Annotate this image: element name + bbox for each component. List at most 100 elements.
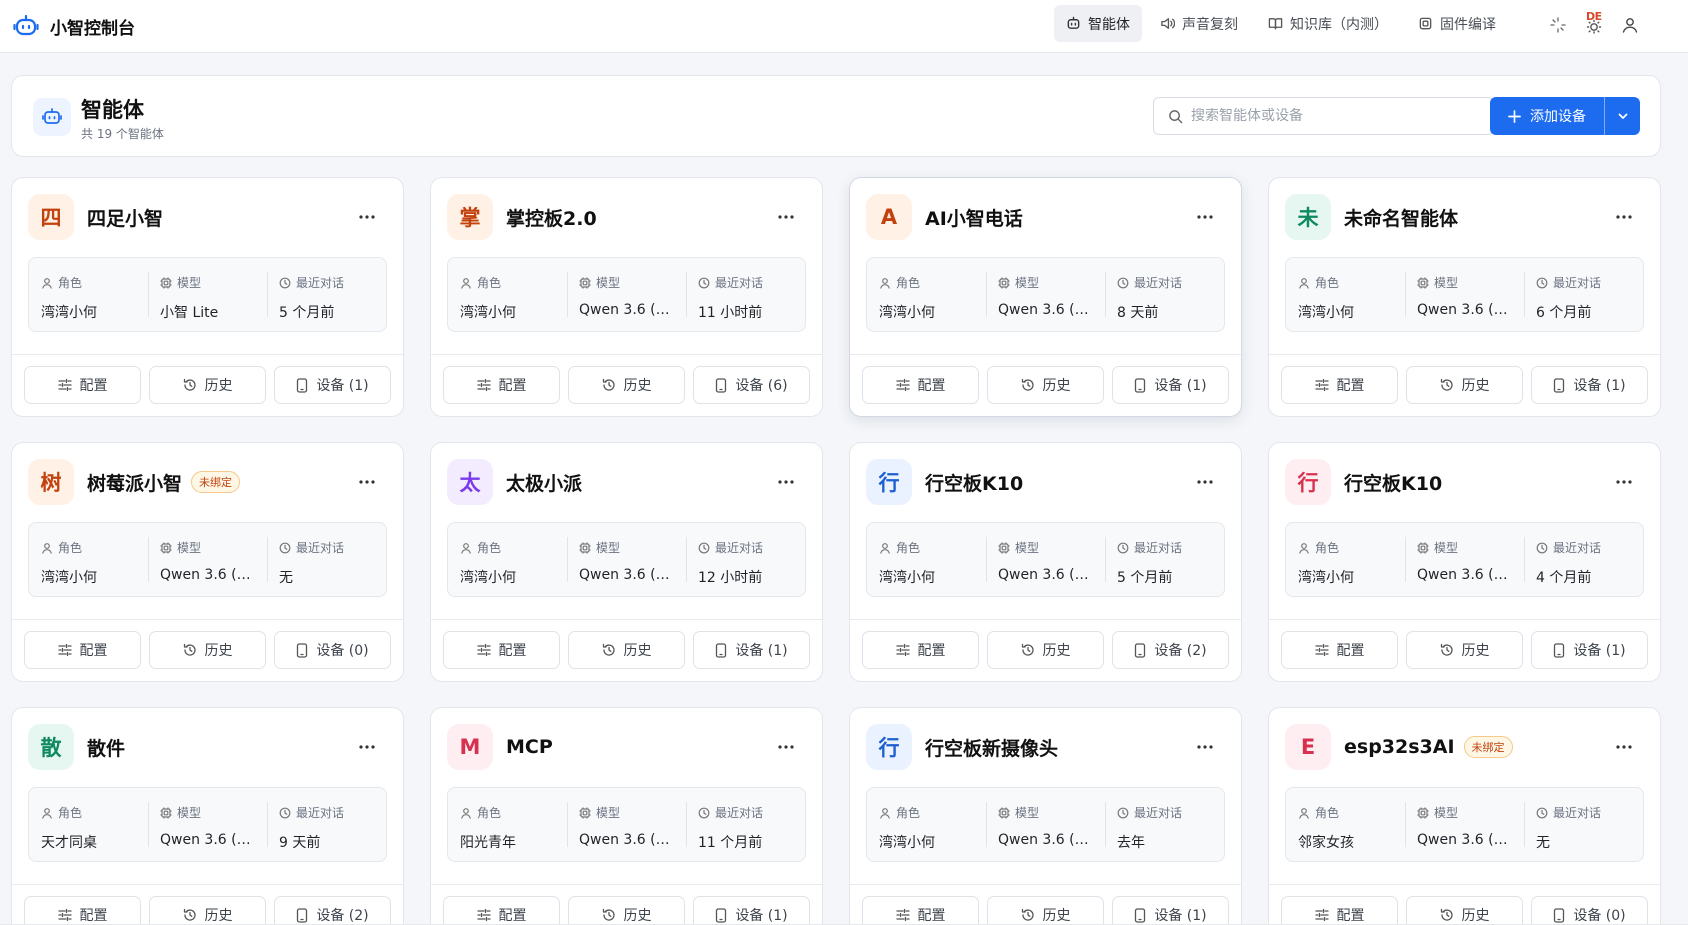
configure-button[interactable]: 配置 xyxy=(1281,366,1398,404)
agent-card[interactable]: M MCP 角色 阳光青年 模型 Qwen 3.6 (Flash) xyxy=(430,707,823,925)
agent-card[interactable]: E esp32s3AI 未绑定 角色 邻家女孩 模型 Qwen 3.6 (Fla xyxy=(1268,707,1661,925)
more-menu-button[interactable] xyxy=(774,736,798,758)
card-actions: 配置 历史 设备 (1) xyxy=(443,631,810,669)
more-menu-button[interactable] xyxy=(774,206,798,228)
more-menu-button[interactable] xyxy=(355,736,379,758)
card-actions: 配置 历史 设备 (2) xyxy=(24,896,391,925)
sparkle-button[interactable] xyxy=(1540,8,1576,42)
nav-item-knowledge-base[interactable]: 知识库（内测） xyxy=(1256,5,1400,42)
devices-button[interactable]: 设备 (1) xyxy=(1112,366,1229,404)
configure-button[interactable]: 配置 xyxy=(443,631,560,669)
devices-button[interactable]: 设备 (1) xyxy=(1531,366,1648,404)
agent-info-panel: 角色 湾湾小何 模型 Qwen 3.6 (Flash) 最近对话 8 天前 xyxy=(866,257,1225,332)
devices-button[interactable]: 设备 (0) xyxy=(274,631,391,669)
nav-item-agents[interactable]: 智能体 xyxy=(1054,5,1142,42)
phone-icon xyxy=(1554,907,1565,923)
more-menu-button[interactable] xyxy=(1612,736,1636,758)
configure-button[interactable]: 配置 xyxy=(862,366,979,404)
agent-card[interactable]: 行 行空板K10 角色 湾湾小何 模型 Qwen 3.6 (Flash) xyxy=(1268,442,1661,682)
configure-button[interactable]: 配置 xyxy=(24,896,141,925)
nav-item-label: 知识库（内测） xyxy=(1290,16,1388,33)
user-icon xyxy=(1299,542,1309,554)
more-menu-button[interactable] xyxy=(774,471,798,493)
more-menu-button[interactable] xyxy=(355,471,379,493)
agent-info-panel: 角色 湾湾小何 模型 Qwen 3.6 (Flash) 最近对话 4 个月前 xyxy=(1285,522,1644,597)
brand[interactable]: 小智控制台 xyxy=(12,12,135,40)
user-menu-button[interactable] xyxy=(1612,8,1648,42)
history-button[interactable]: 历史 xyxy=(1406,366,1523,404)
agent-card[interactable]: 掌 掌控板2.0 角色 湾湾小何 模型 Qwen 3.6 (Flash) xyxy=(430,177,823,417)
card-divider xyxy=(1269,619,1660,620)
history-button[interactable]: 历史 xyxy=(987,366,1104,404)
history-button[interactable]: 历史 xyxy=(1406,631,1523,669)
more-menu-button[interactable] xyxy=(1612,471,1636,493)
history-button[interactable]: 历史 xyxy=(568,366,685,404)
devices-button[interactable]: 设备 (1) xyxy=(274,366,391,404)
configure-button[interactable]: 配置 xyxy=(24,366,141,404)
devices-button[interactable]: 设备 (1) xyxy=(1112,896,1229,925)
model-label: 模型 xyxy=(177,541,202,555)
agent-card-header: 树 树莓派小智 未绑定 xyxy=(28,459,387,505)
configure-button[interactable]: 配置 xyxy=(443,896,560,925)
user-icon xyxy=(461,277,471,289)
nav-item-firmware-build[interactable]: 固件编译 xyxy=(1406,5,1508,42)
model-field: 模型 Qwen 3.6 (Flash) xyxy=(986,258,1105,331)
more-menu-button[interactable] xyxy=(1193,736,1217,758)
configure-button[interactable]: 配置 xyxy=(1281,896,1398,925)
nav-item-voice-clone[interactable]: 声音复刻 xyxy=(1148,5,1250,42)
more-menu-button[interactable] xyxy=(1612,206,1636,228)
configure-button[interactable]: 配置 xyxy=(1281,631,1398,669)
add-device-dropdown-button[interactable] xyxy=(1604,97,1640,135)
model-label: 模型 xyxy=(1015,276,1040,290)
agent-name: esp32s3AI xyxy=(1344,736,1455,758)
agent-initial: 四 xyxy=(40,206,62,230)
agent-card[interactable]: 未 未命名智能体 角色 湾湾小何 模型 Qwen 3.6 (Flash) xyxy=(1268,177,1661,417)
agent-card[interactable]: 行 行空板K10 角色 湾湾小何 模型 Qwen 3.6 (Flash) xyxy=(849,442,1242,682)
agent-card[interactable]: 散 散件 角色 天才同桌 模型 Qwen 3.6 (Flash) xyxy=(11,707,404,925)
history-button[interactable]: 历史 xyxy=(149,366,266,404)
devices-button[interactable]: 设备 (0) xyxy=(1531,896,1648,925)
last-chat-field: 最近对话 12 小时前 xyxy=(686,523,805,596)
agent-card[interactable]: 行 行空板新摄像头 角色 湾湾小何 模型 Qwen 3.6 (Flash) xyxy=(849,707,1242,925)
agent-card[interactable]: 太 太极小派 角色 湾湾小何 模型 Qwen 3.6 (Flash) xyxy=(430,442,823,682)
more-menu-button[interactable] xyxy=(1193,471,1217,493)
history-button[interactable]: 历史 xyxy=(1406,896,1523,925)
history-button[interactable]: 历史 xyxy=(987,896,1104,925)
add-device-button[interactable]: 添加设备 xyxy=(1490,97,1604,135)
configure-button[interactable]: 配置 xyxy=(24,631,141,669)
configure-button[interactable]: 配置 xyxy=(443,366,560,404)
history-icon xyxy=(602,378,615,391)
last-chat-label: 最近对话 xyxy=(1553,541,1602,555)
history-button[interactable]: 历史 xyxy=(568,896,685,925)
history-button[interactable]: 历史 xyxy=(149,631,266,669)
devices-button[interactable]: 设备 (1) xyxy=(693,896,810,925)
history-button[interactable]: 历史 xyxy=(568,631,685,669)
last-chat-field: 最近对话 无 xyxy=(1524,788,1643,861)
agent-card[interactable]: 树 树莓派小智 未绑定 角色 湾湾小何 模型 Qwen 3.6 (Flash) xyxy=(11,442,404,682)
devices-button[interactable]: 设备 (1) xyxy=(693,631,810,669)
search-input[interactable] xyxy=(1191,108,1481,124)
agent-card[interactable]: A AI小智电话 角色 湾湾小何 模型 Qwen 3.6 (Flash) xyxy=(849,177,1242,417)
agent-initial: 掌 xyxy=(459,206,481,230)
devices-label: 设备 (1) xyxy=(735,908,788,924)
search-box[interactable] xyxy=(1153,97,1494,135)
more-menu-button[interactable] xyxy=(355,206,379,228)
agent-card[interactable]: 四 四足小智 角色 湾湾小何 模型 小智 Lite 最近对话 5 个月前 配置 … xyxy=(11,177,404,417)
last-chat-label: 最近对话 xyxy=(1134,276,1183,290)
configure-button[interactable]: 配置 xyxy=(862,896,979,925)
more-menu-button[interactable] xyxy=(1193,206,1217,228)
robot-logo-icon xyxy=(12,12,40,40)
last-chat-value: 6 个月前 xyxy=(1536,305,1592,321)
history-button[interactable]: 历史 xyxy=(149,896,266,925)
sliders-icon xyxy=(476,378,491,392)
card-actions: 配置 历史 设备 (1) xyxy=(862,366,1229,404)
history-button[interactable]: 历史 xyxy=(987,631,1104,669)
phone-icon xyxy=(1135,642,1146,658)
theme-toggle-button[interactable]: DE xyxy=(1576,8,1612,42)
devices-button[interactable]: 设备 (1) xyxy=(1531,631,1648,669)
agent-name: 树莓派小智 xyxy=(87,472,183,495)
devices-button[interactable]: 设备 (2) xyxy=(1112,631,1229,669)
configure-button[interactable]: 配置 xyxy=(862,631,979,669)
devices-button[interactable]: 设备 (6) xyxy=(693,366,810,404)
devices-button[interactable]: 设备 (2) xyxy=(274,896,391,925)
